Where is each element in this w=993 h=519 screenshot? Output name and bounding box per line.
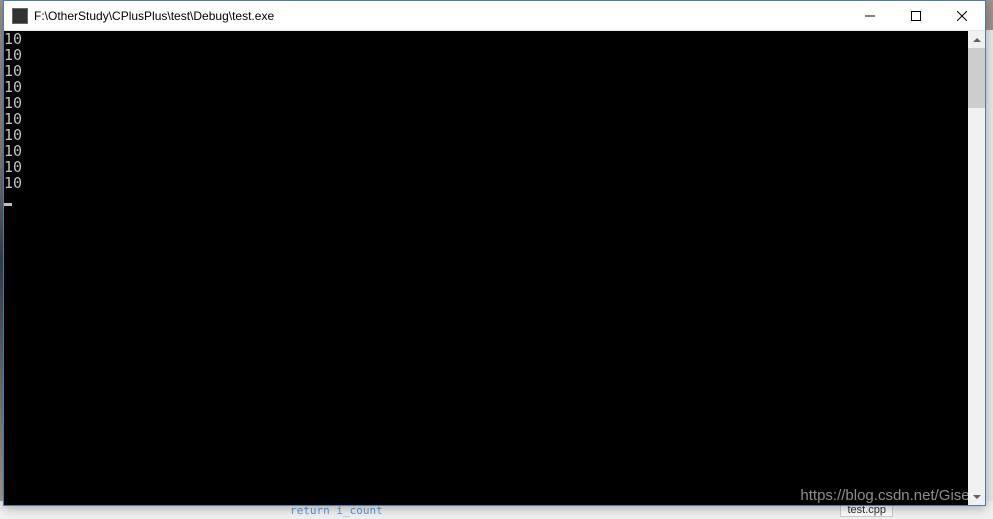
app-icon xyxy=(12,8,28,24)
window-title: F:\OtherStudy\CPlusPlus\test\Debug\test.… xyxy=(34,9,847,23)
console-line: 10 xyxy=(4,159,968,175)
scroll-down-button[interactable] xyxy=(968,488,985,505)
console-line: 10 xyxy=(4,47,968,63)
window-controls xyxy=(847,1,985,30)
scrollbar-thumb[interactable] xyxy=(968,48,985,108)
chevron-up-icon xyxy=(973,38,981,42)
cursor-line xyxy=(4,191,968,207)
chevron-down-icon xyxy=(973,495,981,499)
console-window: F:\OtherStudy\CPlusPlus\test\Debug\test.… xyxy=(3,0,986,506)
maximize-button[interactable] xyxy=(893,1,939,31)
console-line: 10 xyxy=(4,63,968,79)
console-line: 10 xyxy=(4,95,968,111)
close-icon xyxy=(957,11,967,21)
scroll-up-button[interactable] xyxy=(968,31,985,48)
console-line: 10 xyxy=(4,31,968,47)
console-area: 10101010101010101010 xyxy=(4,31,985,505)
console-line: 10 xyxy=(4,175,968,191)
scrollbar-track[interactable] xyxy=(968,48,985,488)
console-line: 10 xyxy=(4,127,968,143)
titlebar[interactable]: F:\OtherStudy\CPlusPlus\test\Debug\test.… xyxy=(4,1,985,31)
maximize-icon xyxy=(911,11,921,21)
console-line: 10 xyxy=(4,143,968,159)
console-output[interactable]: 10101010101010101010 xyxy=(4,31,968,505)
cursor xyxy=(4,203,12,206)
console-line: 10 xyxy=(4,79,968,95)
vertical-scrollbar[interactable] xyxy=(968,31,985,505)
console-line: 10 xyxy=(4,111,968,127)
minimize-button[interactable] xyxy=(847,1,893,31)
minimize-icon xyxy=(865,11,875,21)
close-button[interactable] xyxy=(939,1,985,31)
